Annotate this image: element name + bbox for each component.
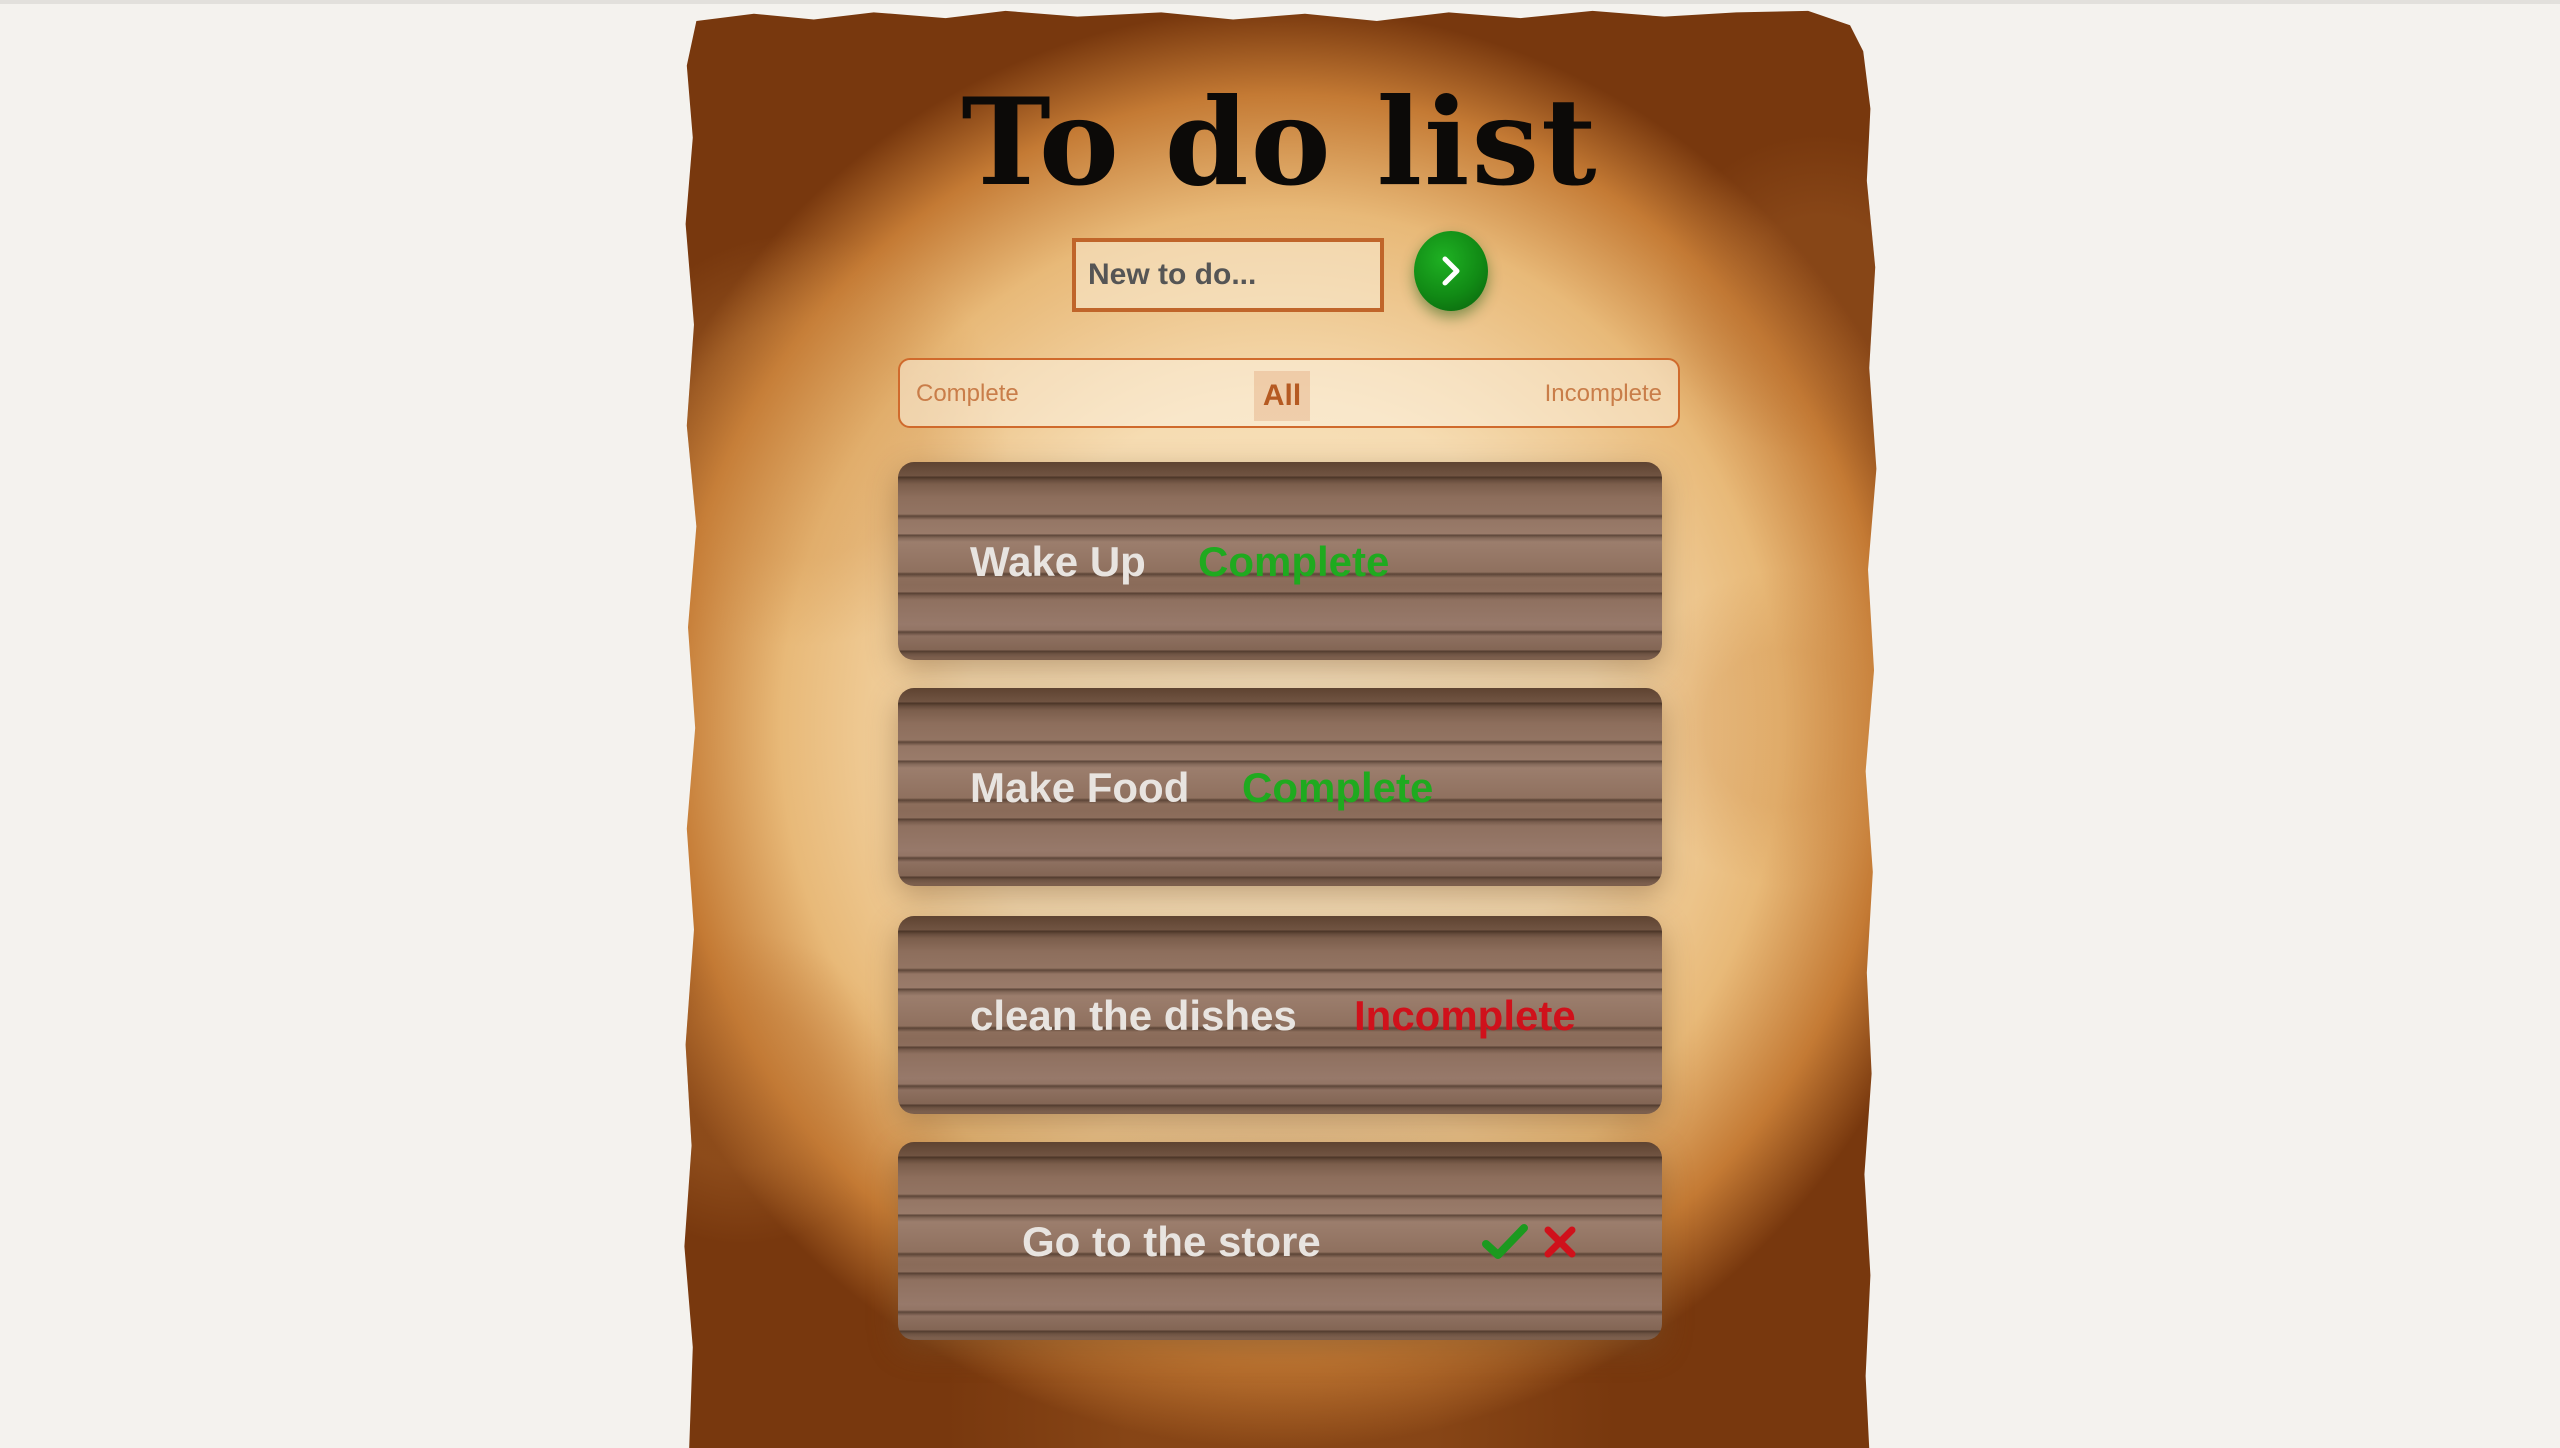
window-top-border	[0, 0, 2560, 4]
filter-all-tab[interactable]: All	[1254, 371, 1310, 421]
x-icon[interactable]	[1542, 1222, 1578, 1262]
todo-status-incomplete: Incomplete	[1354, 992, 1576, 1039]
todo-status-complete: Complete	[1198, 538, 1390, 585]
todo-item[interactable]: Go to the store	[898, 1142, 1662, 1340]
filter-bar: Complete All Incomplete	[898, 358, 1680, 428]
filter-incomplete-tab[interactable]: Incomplete	[1545, 380, 1662, 408]
page-title: To do list	[961, 72, 1599, 213]
new-todo-input[interactable]	[1072, 238, 1384, 312]
todo-status-complete: Complete	[1242, 764, 1434, 811]
todo-item[interactable]: Wake Up Complete	[898, 462, 1662, 660]
check-icon[interactable]	[1482, 1222, 1528, 1262]
todo-text: Go to the store	[1022, 1218, 1321, 1265]
todo-text: clean the dishes	[970, 992, 1297, 1039]
filter-complete-tab[interactable]: Complete	[916, 380, 1019, 408]
todo-text: Wake Up	[970, 538, 1146, 585]
chevron-right-icon	[1442, 256, 1460, 286]
add-todo-button[interactable]	[1414, 231, 1488, 311]
todo-item[interactable]: clean the dishes Incomplete	[898, 916, 1662, 1114]
todo-item[interactable]: Make Food Complete	[898, 688, 1662, 886]
todo-text: Make Food	[970, 764, 1190, 811]
